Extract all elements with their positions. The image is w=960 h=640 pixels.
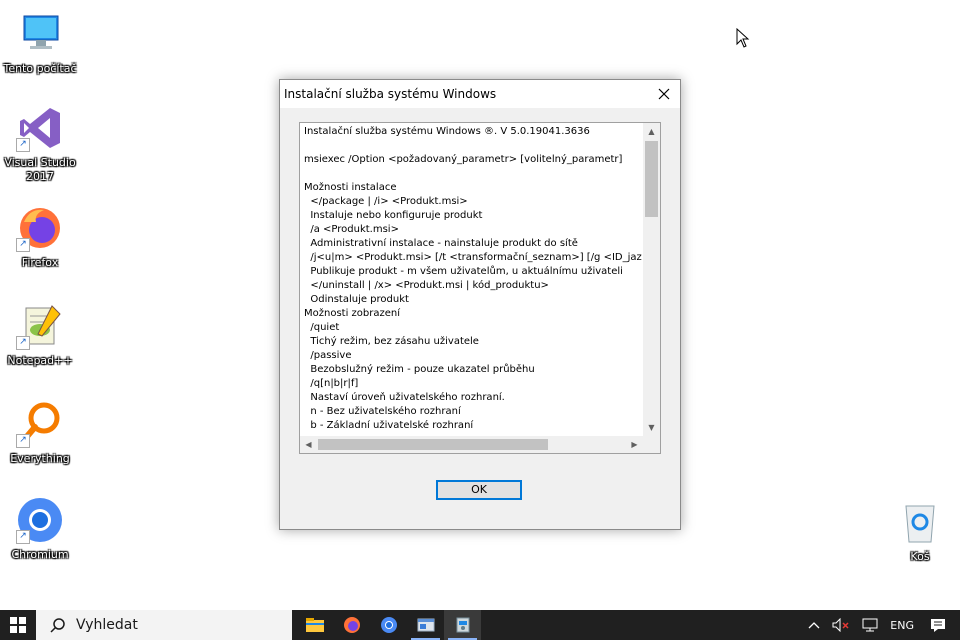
help-text-line: n - Bez uživatelského rozhraní: [304, 406, 461, 417]
desktop-icon-label: Everything: [10, 452, 70, 465]
help-text-line: Publikuje produkt - m všem uživatelům, u…: [304, 266, 623, 277]
close-icon: [658, 88, 670, 100]
help-text-line: </package | /i> <Produkt.msi>: [304, 196, 468, 207]
vertical-scroll-thumb[interactable]: [645, 141, 658, 217]
start-button[interactable]: [0, 610, 36, 640]
desktop-icon-visual-studio[interactable]: ↗ Visual Studio 2017: [0, 104, 80, 184]
mouse-cursor-icon: [736, 27, 750, 52]
help-text-line: /j<u|m> <Produkt.msi> [/t <transformační…: [304, 252, 642, 263]
window-app-icon: [417, 618, 434, 632]
taskbar-installer[interactable]: [444, 610, 481, 640]
chromium-icon: [380, 617, 397, 633]
shortcut-arrow-icon: ↗: [16, 434, 30, 448]
help-text-line: /quiet: [304, 322, 340, 333]
scroll-right-arrow-icon[interactable]: ▶: [626, 436, 643, 453]
file-explorer-icon: [305, 618, 324, 632]
notepadpp-icon: ↗: [16, 302, 64, 350]
help-text-line: /passive: [304, 350, 352, 361]
search-placeholder: Vyhledat: [76, 617, 138, 633]
taskbar-firefox[interactable]: [333, 610, 370, 640]
language-indicator[interactable]: ENG: [884, 619, 920, 632]
network-button[interactable]: [856, 618, 884, 632]
notifications-button[interactable]: [920, 618, 960, 632]
desktop-icon-label: Firefox: [21, 256, 59, 269]
taskbar: Vyhledat ENG: [0, 610, 960, 640]
shortcut-arrow-icon: ↗: [16, 336, 30, 350]
search-icon: [50, 618, 65, 633]
help-text-line: Instalační služba systému Windows ®. V 5…: [304, 126, 590, 137]
dialog-titlebar[interactable]: Instalační služba systému Windows: [280, 80, 680, 108]
shortcut-arrow-icon: ↗: [16, 138, 30, 152]
help-text-line: </uninstall | /x> <Produkt.msi | kód_pro…: [304, 280, 549, 291]
ok-button[interactable]: OK: [436, 480, 522, 500]
shortcut-arrow-icon: ↗: [16, 238, 30, 252]
firefox-icon: ↗: [16, 204, 64, 252]
help-text-line: Bezobslužný režim - pouze ukazatel průbě…: [304, 364, 535, 375]
scroll-down-arrow-icon[interactable]: ▼: [643, 419, 660, 436]
desktop-icon-label: Koš: [910, 550, 930, 563]
help-text-line: Instaluje nebo konfiguruje produkt: [304, 210, 483, 221]
desktop-icon-recycle-bin[interactable]: Koš: [880, 498, 960, 564]
vertical-scrollbar[interactable]: ▲ ▼: [643, 123, 660, 436]
help-text-line: Administrativní instalace - nainstaluje …: [304, 238, 578, 249]
horizontal-scroll-thumb[interactable]: [318, 439, 548, 450]
recycle-bin-icon: [896, 498, 944, 546]
chromium-icon: ↗: [16, 496, 64, 544]
firefox-icon: [343, 617, 360, 633]
computer-icon: [16, 10, 64, 58]
scroll-corner: [643, 436, 660, 453]
desktop-icon-firefox[interactable]: ↗ Firefox: [0, 204, 80, 270]
help-text-line: /a <Produkt.msi>: [304, 224, 399, 235]
help-text-line: Odinstaluje produkt: [304, 294, 409, 305]
help-text-line: [304, 167, 642, 181]
desktop-icon-everything[interactable]: ↗ Everything: [0, 400, 80, 466]
desktop-icon-label: Tento počítač: [3, 62, 77, 75]
help-text-content: Instalační služba systému Windows ®. V 5…: [304, 125, 642, 435]
scroll-left-arrow-icon[interactable]: ◀: [300, 436, 317, 453]
desktop-icon-notepadpp[interactable]: ↗ Notepad++: [0, 302, 80, 368]
volume-button[interactable]: [826, 618, 856, 632]
volume-muted-icon: [832, 618, 849, 632]
system-tray: ENG: [802, 610, 960, 640]
taskbar-file-explorer[interactable]: [296, 610, 333, 640]
desktop-icon-label: Chromium: [11, 548, 69, 561]
dialog-title: Instalační služba systému Windows: [284, 87, 497, 101]
help-text-line: msiexec /Option <požadovaný_parametr> [v…: [304, 154, 623, 165]
horizontal-scrollbar[interactable]: ◀ ▶: [300, 436, 643, 453]
visual-studio-icon: ↗: [16, 104, 64, 152]
help-text-line: /q[n|b|r|f]: [304, 378, 359, 389]
windows-logo-icon: [10, 617, 26, 633]
desktop-icon-this-pc[interactable]: Tento počítač: [0, 10, 80, 76]
chevron-up-icon: [808, 622, 820, 629]
shortcut-arrow-icon: ↗: [16, 530, 30, 544]
help-text-line: Možnosti zobrazení: [304, 308, 401, 319]
scroll-up-arrow-icon[interactable]: ▲: [643, 123, 660, 140]
taskbar-window-app[interactable]: [407, 610, 444, 640]
installer-dialog: Instalační služba systému Windows Instal…: [279, 79, 681, 530]
help-text-line: Nastaví úroveň uživatelského rozhraní.: [304, 392, 505, 403]
show-hidden-icons-button[interactable]: [802, 621, 826, 629]
help-text-box[interactable]: Instalační služba systému Windows ®. V 5…: [299, 122, 661, 454]
taskbar-search-box[interactable]: Vyhledat: [36, 610, 292, 640]
help-text-line: [304, 139, 642, 153]
taskbar-chromium[interactable]: [370, 610, 407, 640]
help-text-line: b - Základní uživatelské rozhraní: [304, 420, 474, 431]
close-button[interactable]: [648, 80, 680, 108]
everything-icon: ↗: [16, 400, 64, 448]
desktop-icon-label: Notepad++: [7, 354, 73, 367]
help-text-line: Tichý režim, bez zásahu uživatele: [304, 336, 479, 347]
help-text-line: Možnosti instalace: [304, 182, 397, 193]
desktop-icon-chromium[interactable]: ↗ Chromium: [0, 496, 80, 562]
notification-icon: [931, 619, 945, 632]
installer-icon: [456, 617, 469, 633]
network-icon: [862, 618, 878, 632]
desktop-icon-label: Visual Studio 2017: [4, 156, 76, 183]
